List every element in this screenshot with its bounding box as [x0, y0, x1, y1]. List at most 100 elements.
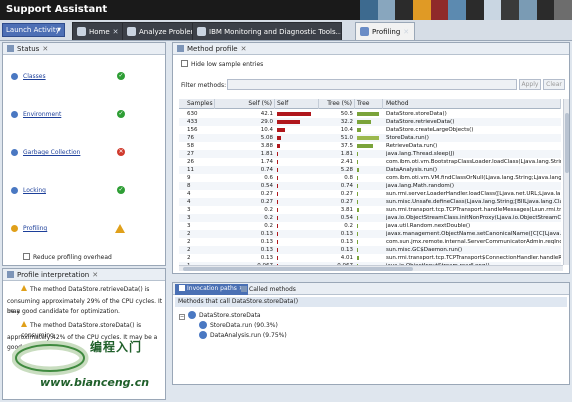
table-row[interactable]: 4 0.27 0.27 sun.misc.Unsafe.defineClass(Lja… — [179, 198, 561, 206]
column-method[interactable]: Method — [383, 99, 561, 109]
samples-cell: 8 — [187, 183, 191, 189]
tab-called-methods-label: Called methods — [249, 286, 296, 293]
method-cell: sun.misc.GC$Daemon.run() — [386, 247, 463, 253]
table-row[interactable]: 9 0.6 0.8 com.ibm.oti.vm.VM.findClassOrNull… — [179, 174, 561, 182]
banner-tile — [466, 0, 484, 20]
table-row[interactable]: 8 0.54 0.74 java.lang.Math.random() — [179, 182, 561, 190]
close-icon[interactable]: ✕ — [42, 45, 48, 53]
status-item[interactable]: Classes ✓ — [11, 71, 125, 83]
samples-cell: 3 — [187, 223, 191, 229]
tree-node-child[interactable]: StoreData.run (90.3%) — [199, 321, 278, 329]
profiling-icon — [360, 27, 369, 36]
status-item-link[interactable]: Profiling — [23, 225, 47, 232]
status-item[interactable]: Environment ✓ — [11, 109, 125, 121]
status-error-icon: ✕ — [117, 148, 125, 156]
self-pct-cell: 0.2 — [264, 223, 273, 229]
hide-low-samples-option[interactable]: Hide low sample entries — [181, 60, 263, 68]
method-icon — [199, 331, 207, 339]
table-row[interactable]: 3 0.2 0.54 java.io.ObjectStreamClass.initNo… — [179, 214, 561, 222]
tree-pct-cell: 1.81 — [340, 151, 353, 157]
close-icon[interactable]: ✕ — [241, 45, 247, 53]
tree-pct-cell: 0.13 — [340, 231, 353, 237]
tree-node-root[interactable]: − DataStore.storeData — [179, 311, 261, 320]
table-row[interactable]: 4 0.27 0.27 sun.rmi.server.LoaderHandler.lo… — [179, 190, 561, 198]
table-row[interactable]: 11 0.74 5.28 DataAnalysis.run() — [179, 166, 561, 174]
collapse-icon[interactable]: − — [179, 314, 185, 320]
table-row[interactable]: 156 10.4 10.4 DataStore.createLargeObjects(… — [179, 126, 561, 134]
tree-pct-cell: 5.28 — [340, 167, 353, 173]
method-cell: DataStore.retrieveData() — [386, 119, 455, 125]
close-icon[interactable]: ✕ — [403, 28, 409, 36]
self-bar — [277, 240, 278, 244]
table-row[interactable]: 3 0.2 0.2 java.util.Random.nextDouble() — [179, 222, 561, 230]
self-pct-cell: 0.13 — [260, 255, 273, 261]
close-icon[interactable]: ✕ — [113, 28, 119, 36]
status-item-link[interactable]: Classes — [23, 73, 46, 80]
clear-button[interactable]: Clear — [543, 79, 565, 90]
tab-called-methods[interactable]: Called methods — [241, 286, 296, 293]
reduce-overhead-option[interactable]: Reduce profiling overhead — [23, 253, 112, 261]
method-table-hscrollbar[interactable] — [179, 265, 563, 271]
method-cell: javax.management.ObjectName.setCanonical… — [386, 231, 561, 237]
samples-cell: 4 — [187, 199, 191, 205]
status-item[interactable]: Locking ✓ — [11, 185, 125, 197]
table-row[interactable]: 433 29.0 32.2 DataStore.retrieveData() — [179, 118, 561, 126]
table-row[interactable]: 27 1.81 1.81 java.lang.Thread.sleep(J) — [179, 150, 561, 158]
table-row[interactable]: 76 5.08 51.0 StoreData.run() — [179, 134, 561, 142]
self-bar — [277, 128, 286, 132]
interpretation-message: The method DataStore.retrieveData() is — [7, 285, 165, 295]
tree-pct-cell: 0.27 — [340, 199, 353, 205]
status-item-link[interactable]: Environment — [23, 111, 61, 118]
invocation-paths-panel: Invocation paths ✕ Called methods Method… — [172, 282, 570, 385]
samples-cell: 27 — [187, 151, 194, 157]
samples-cell: 2 — [187, 247, 191, 253]
tab-monitoring-tools[interactable]: IBM Monitoring and Diagnostic Tools...✕ — [192, 22, 342, 40]
self-pct-cell: 0.13 — [260, 239, 273, 245]
interpretation-view-icon — [7, 271, 14, 278]
tree-node-child[interactable]: DataAnalysis.run (9.75%) — [199, 331, 287, 339]
tab-analyze-problem[interactable]: Analyze Problem✕ — [122, 22, 200, 40]
launch-activity-button[interactable]: Launch Activity ▼ — [2, 23, 65, 37]
self-pct-cell: 1.74 — [260, 159, 273, 165]
column-tree-pct[interactable]: Tree (%) — [319, 99, 355, 109]
status-bullet-icon — [11, 149, 18, 156]
samples-cell: 2 — [187, 239, 191, 245]
column-self-pct[interactable]: Self (%) — [215, 99, 275, 109]
table-row[interactable]: 26 1.74 2.41 com.ibm.oti.vm.BootstrapClassL… — [179, 158, 561, 166]
chevron-down-icon[interactable]: ▼ — [57, 27, 61, 33]
column-tree[interactable]: Tree — [355, 99, 383, 109]
close-icon[interactable]: ✕ — [92, 271, 98, 279]
status-item-link[interactable]: Locking — [23, 187, 46, 194]
status-item-link[interactable]: Garbage Collection — [23, 149, 80, 156]
apply-button[interactable]: Apply — [519, 79, 541, 90]
table-row[interactable]: 2 0.13 0.13 javax.management.ObjectName.set… — [179, 230, 561, 238]
tree-bar — [357, 168, 360, 172]
table-row[interactable]: 3 0.2 3.81 sun.rmi.transport.tcp.TCPTranspo… — [179, 206, 561, 214]
tab-profiling[interactable]: Profiling ✕ — [355, 22, 415, 40]
table-row[interactable]: 2 0.13 4.01 sun.rmi.transport.tcp.TCPTransp… — [179, 254, 561, 262]
table-row[interactable]: 630 42.1 50.5 DataStore.storeData() — [179, 110, 561, 118]
hide-low-samples-checkbox[interactable] — [181, 60, 188, 67]
method-table-scrollbar[interactable] — [563, 99, 569, 265]
table-row[interactable]: 58 3.88 37.5 RetrieveData.run() — [179, 142, 561, 150]
self-pct-cell: 0.13 — [260, 231, 273, 237]
filter-methods-input[interactable] — [227, 79, 517, 90]
tab-invocation-paths[interactable]: Invocation paths ✕ — [175, 284, 248, 295]
tree-node-label: DataStore.storeData — [199, 312, 261, 319]
status-bullet-icon — [11, 187, 18, 194]
tab-home-label: Home — [89, 28, 110, 36]
reduce-overhead-checkbox[interactable] — [23, 253, 30, 260]
table-row[interactable]: 2 0.13 0.13 sun.misc.GC$Daemon.run() — [179, 246, 561, 254]
self-pct-cell: 1.81 — [260, 151, 273, 157]
tree-bar — [357, 216, 358, 220]
table-row[interactable]: 2 0.13 0.13 com.sun.jmx.remote.internal.Ser… — [179, 238, 561, 246]
self-pct-cell: 0.27 — [260, 199, 273, 205]
method-cell: DataStore.storeData() — [386, 111, 447, 117]
banner-tile — [360, 0, 378, 20]
called-methods-icon — [241, 286, 247, 292]
status-item[interactable]: Garbage Collection ✕ — [11, 147, 125, 159]
status-item[interactable]: Profiling — [11, 223, 125, 235]
column-self[interactable]: Self — [275, 99, 319, 109]
column-samples[interactable]: Samples — [179, 99, 215, 109]
tab-analyze-label: Analyze Problem — [139, 28, 198, 36]
